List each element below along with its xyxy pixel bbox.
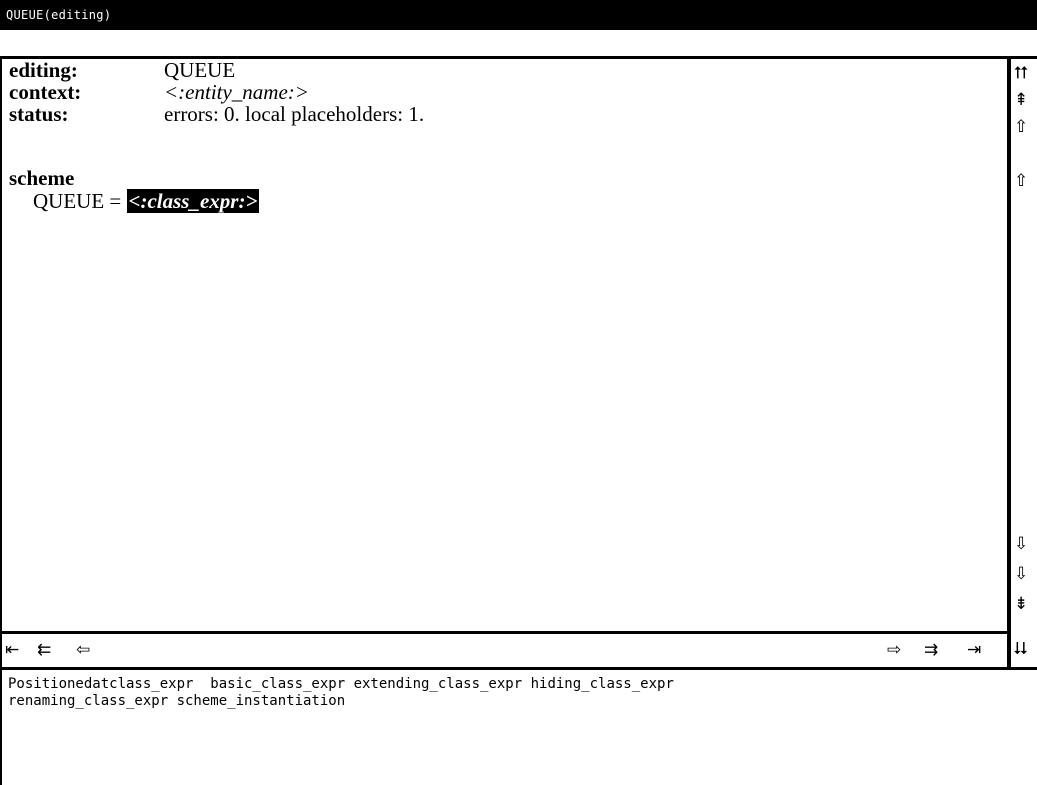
message-strip	[0, 30, 1037, 56]
selected-placeholder-class-expr[interactable]: <:class_expr:>	[126, 189, 260, 213]
context-placeholder[interactable]: <:entity_name:>	[164, 81, 309, 103]
page-down-icon[interactable]: ⇟	[1014, 596, 1028, 613]
window-title-bar: QUEUE(editing)	[0, 0, 1037, 30]
page-right-icon[interactable]: ⇉	[924, 642, 938, 659]
editing-value: QUEUE	[164, 59, 236, 82]
vertical-scroll-panel: ⮅ ⇞ ⇧ ⇧ ⇩ ⇩ ⇟ ⮇	[1011, 59, 1037, 670]
line-right-icon[interactable]: ⇨	[887, 642, 901, 659]
equals-sign: =	[109, 189, 122, 213]
line-down-icon[interactable]: ⇩	[1014, 566, 1028, 583]
scheme-definition: QUEUE = <:class_expr:>	[33, 189, 260, 213]
line-left-icon[interactable]: ⇦	[76, 642, 90, 659]
page-up-icon[interactable]: ⇞	[1014, 92, 1028, 109]
context-label: context:	[9, 80, 82, 104]
status-label: status:	[9, 102, 69, 126]
page-left-icon[interactable]: ⇇	[37, 642, 51, 659]
step-down-icon[interactable]: ⇩	[1014, 536, 1028, 553]
suggestion-line-2[interactable]: renaming_class_expr scheme_instantiation	[8, 693, 1037, 710]
scheme-name[interactable]: QUEUE	[33, 189, 104, 213]
status-value: errors: 0. local placeholders: 1.	[164, 102, 425, 126]
window-title: QUEUE(editing)	[6, 8, 112, 22]
scroll-rightmost-icon[interactable]: ⇥	[967, 642, 981, 659]
structure-editor-pane[interactable]: editing: QUEUE context: <:entity_name:> …	[2, 59, 1007, 631]
scroll-top-icon[interactable]: ⮅	[1014, 65, 1028, 82]
suggestion-list-pane: Positionedatclass_expr basic_class_expr …	[2, 670, 1037, 785]
line-up-icon[interactable]: ⇧	[1014, 119, 1028, 136]
section-heading-scheme: scheme	[9, 166, 75, 190]
suggestion-line-1[interactable]: Positionedatclass_expr basic_class_expr …	[8, 676, 1037, 693]
editing-label: editing:	[9, 59, 78, 82]
horizontal-scroll-bar: ⇤ ⇇ ⇦ ⇨ ⇉ ⇥	[2, 634, 1007, 667]
scroll-bottom-icon[interactable]: ⮇	[1014, 641, 1028, 658]
step-up-icon[interactable]: ⇧	[1014, 173, 1028, 190]
scroll-leftmost-icon[interactable]: ⇤	[5, 642, 19, 659]
